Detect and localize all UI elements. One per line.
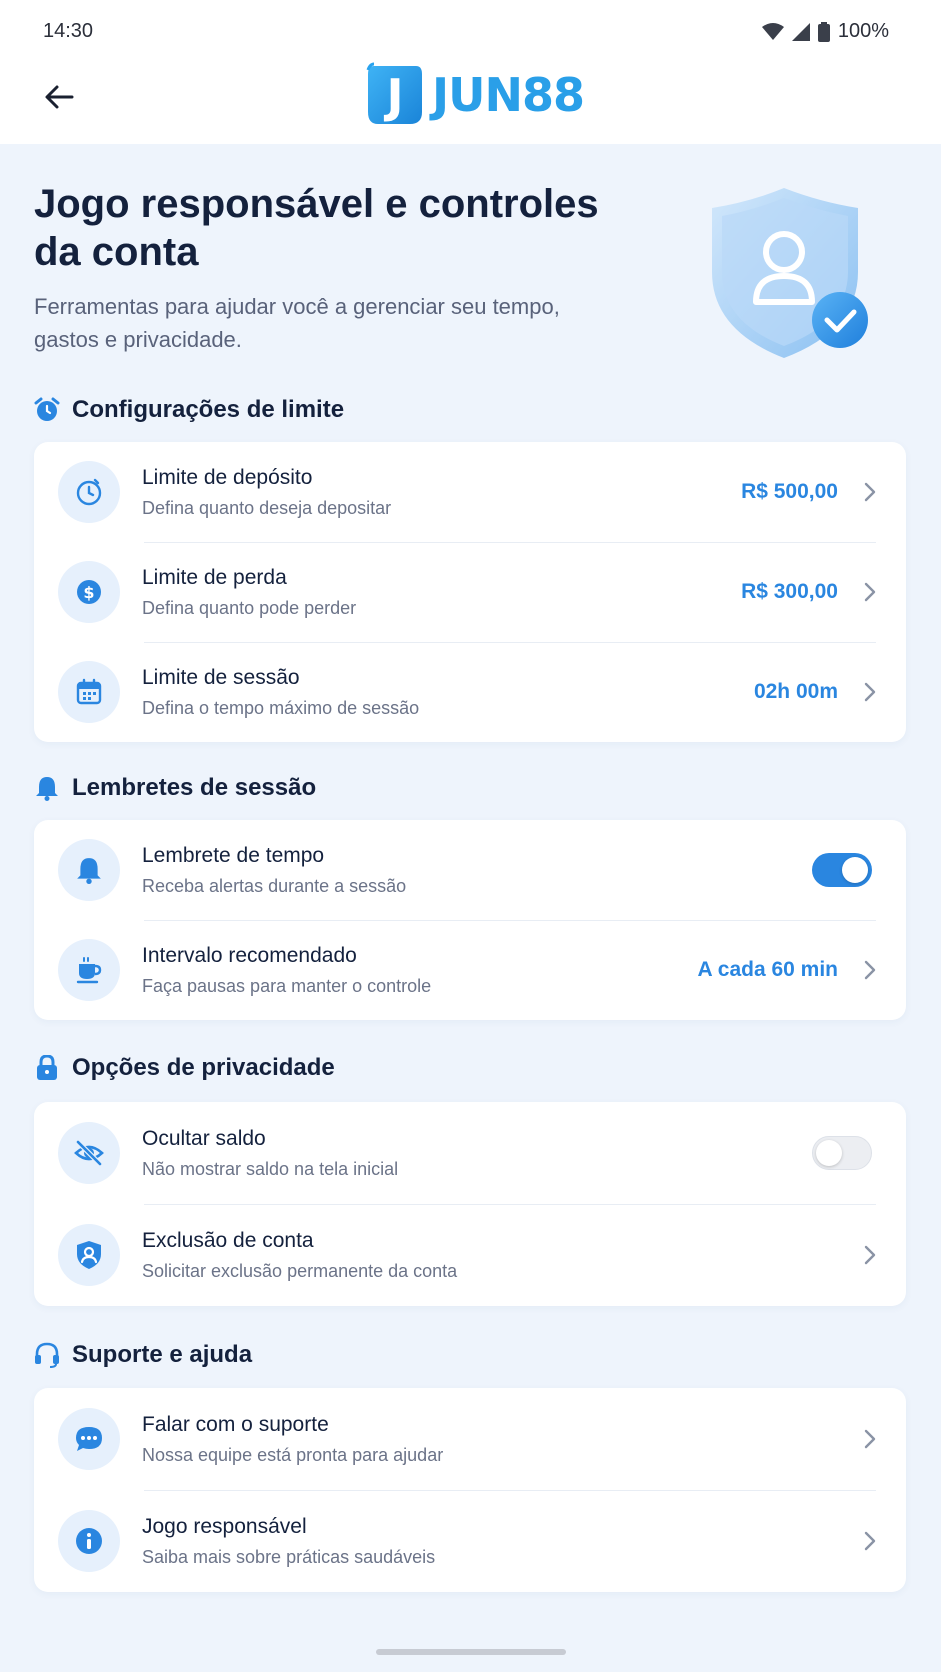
account-exclusion-row[interactable]: Exclusão de conta Solicitar exclusão per… (34, 1204, 906, 1306)
privacy-card: Ocultar saldo Não mostrar saldo na tela … (34, 1102, 906, 1306)
section-title-text: Opções de privacidade (72, 1054, 335, 1081)
section-title-text: Lembretes de sessão (72, 774, 317, 801)
loss-limit-row[interactable]: $ Limite de perda Defina quanto pode per… (34, 542, 906, 642)
bell-icon (58, 839, 120, 901)
chevron-right-icon (864, 959, 878, 981)
session-limit-value: 02h 00m (753, 680, 838, 703)
row-subtitle: Não mostrar saldo na tela inicial (142, 1158, 399, 1179)
chevron-right-icon (864, 481, 878, 503)
deposit-limit-row[interactable]: Limite de depósito Defina quanto deseja … (34, 442, 906, 542)
page-title: Jogo responsável e controles da conta (34, 182, 599, 274)
chevron-right-icon (864, 581, 878, 603)
dollar-icon: $ (58, 561, 120, 623)
row-title: Limite de sessão (142, 665, 300, 689)
row-title: Falar com o suporte (142, 1412, 329, 1436)
headset-icon (34, 1342, 60, 1368)
svg-text:$: $ (83, 583, 94, 602)
row-subtitle: Nossa equipe está pronta para ajudar (142, 1444, 444, 1465)
section-title-text: Configurações de limite (72, 396, 345, 423)
hide-balance-row[interactable]: Ocultar saldo Não mostrar saldo na tela … (34, 1102, 906, 1204)
toggle-knob (842, 857, 868, 883)
app-header: 14:30 100% J JUN88 (0, 0, 941, 144)
coffee-cup-icon (58, 939, 120, 1001)
support-card: Falar com o suporte Nossa equipe está pr… (34, 1388, 906, 1592)
hero-section: Jogo responsável e controles da conta Fe… (34, 180, 614, 356)
logo-text: JUN88 (432, 68, 585, 122)
row-title: Intervalo recomendado (142, 943, 357, 967)
row-subtitle: Defina o tempo máximo de sessão (142, 697, 420, 718)
brand-logo: J JUN88 (364, 62, 585, 128)
section-title-limits: Configurações de limite (34, 396, 344, 424)
calendar-icon (58, 661, 120, 723)
row-subtitle: Saiba mais sobre práticas saudáveis (142, 1546, 436, 1567)
chevron-right-icon (864, 681, 878, 703)
user-shield-icon (58, 1224, 120, 1286)
chat-icon (58, 1408, 120, 1470)
row-subtitle: Solicitar exclusão permanente da conta (142, 1260, 458, 1281)
signal-icon (791, 22, 810, 41)
lock-icon (34, 1055, 60, 1081)
row-subtitle: Defina quanto pode perder (142, 597, 357, 618)
chevron-right-icon (864, 1428, 878, 1450)
shield-user-illustration (700, 180, 880, 360)
contact-support-row[interactable]: Falar com o suporte Nossa equipe está pr… (34, 1388, 906, 1490)
eye-off-icon (58, 1122, 120, 1184)
row-subtitle: Receba alertas durante a sessão (142, 875, 407, 896)
row-title: Jogo responsável (142, 1514, 307, 1538)
session-limit-row[interactable]: Limite de sessão Defina o tempo máximo d… (34, 642, 906, 742)
battery-icon (817, 21, 830, 42)
deposit-limit-value: R$ 500,00 (741, 480, 838, 503)
time-reminder-toggle[interactable] (812, 853, 872, 887)
section-title-reminders: Lembretes de sessão (34, 774, 316, 802)
battery-percent: 100% (837, 20, 889, 42)
shield-icon (712, 188, 868, 358)
section-title-privacy: Opções de privacidade (34, 1054, 335, 1082)
row-title: Exclusão de conta (142, 1228, 314, 1252)
back-button[interactable] (38, 76, 80, 118)
svg-text:J: J (383, 69, 403, 123)
logo-mark-icon: J (366, 62, 422, 124)
row-title: Limite de perda (142, 565, 287, 589)
responsible-gaming-row[interactable]: Jogo responsável Saiba mais sobre prátic… (34, 1490, 906, 1592)
recommended-break-row[interactable]: Intervalo recomendado Faça pausas para m… (34, 920, 906, 1020)
reminders-card: Lembrete de tempo Receba alertas durante… (34, 820, 906, 1020)
row-subtitle: Defina quanto deseja depositar (142, 497, 392, 518)
row-title: Ocultar saldo (142, 1126, 266, 1150)
time-reminder-row[interactable]: Lembrete de tempo Receba alertas durante… (34, 820, 906, 920)
wifi-icon (761, 22, 784, 40)
alarm-clock-icon (34, 397, 60, 423)
limits-card: Limite de depósito Defina quanto deseja … (34, 442, 906, 742)
arrow-left-icon (45, 85, 74, 109)
row-title: Lembrete de tempo (142, 843, 325, 867)
break-interval-value: A cada 60 min (697, 958, 838, 981)
page-subtitle: Ferramentas para ajudar você a gerenciar… (34, 294, 560, 352)
section-title-support: Suporte e ajuda (34, 1341, 252, 1369)
home-indicator[interactable] (376, 1649, 566, 1655)
status-time: 14:30 (43, 20, 94, 42)
status-icons: 100% (761, 20, 889, 43)
hide-balance-toggle[interactable] (812, 1136, 872, 1170)
bell-icon (34, 775, 60, 801)
info-icon (58, 1510, 120, 1572)
row-subtitle: Faça pausas para manter o controle (142, 975, 432, 996)
chevron-right-icon (864, 1244, 878, 1266)
row-title: Limite de depósito (142, 465, 313, 489)
toggle-knob (816, 1140, 842, 1166)
section-title-text: Suporte e ajuda (72, 1341, 253, 1368)
loss-limit-value: R$ 300,00 (741, 580, 838, 603)
chevron-right-icon (864, 1530, 878, 1552)
clock-icon (58, 461, 120, 523)
